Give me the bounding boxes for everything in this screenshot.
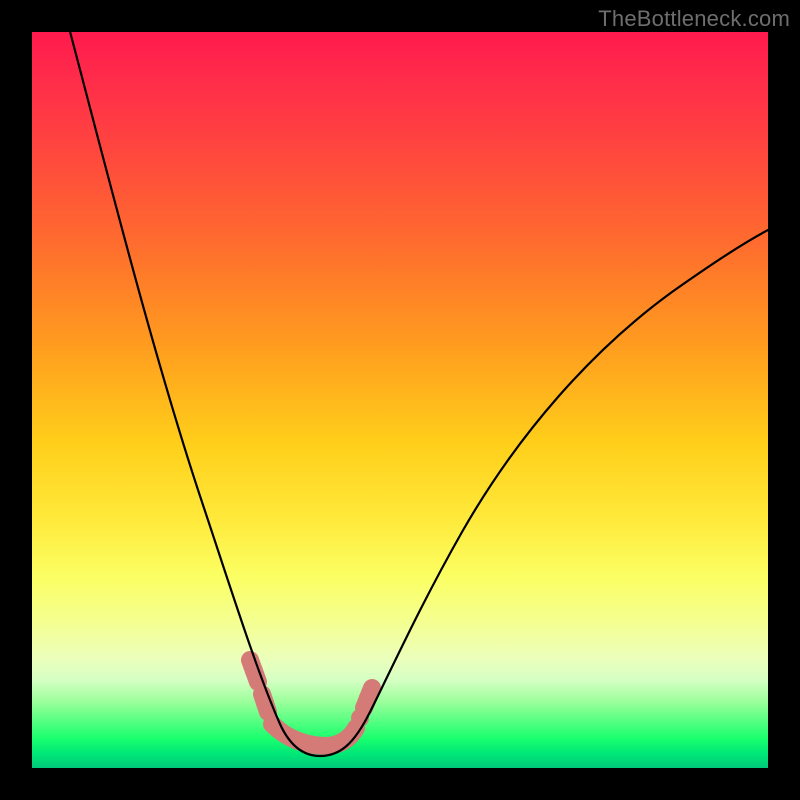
chart-frame: TheBottleneck.com bbox=[0, 0, 800, 800]
bottleneck-curve-path bbox=[68, 32, 768, 756]
watermark-text: TheBottleneck.com bbox=[598, 6, 790, 32]
bottleneck-curve-svg bbox=[32, 32, 768, 768]
plot-area bbox=[32, 32, 768, 768]
